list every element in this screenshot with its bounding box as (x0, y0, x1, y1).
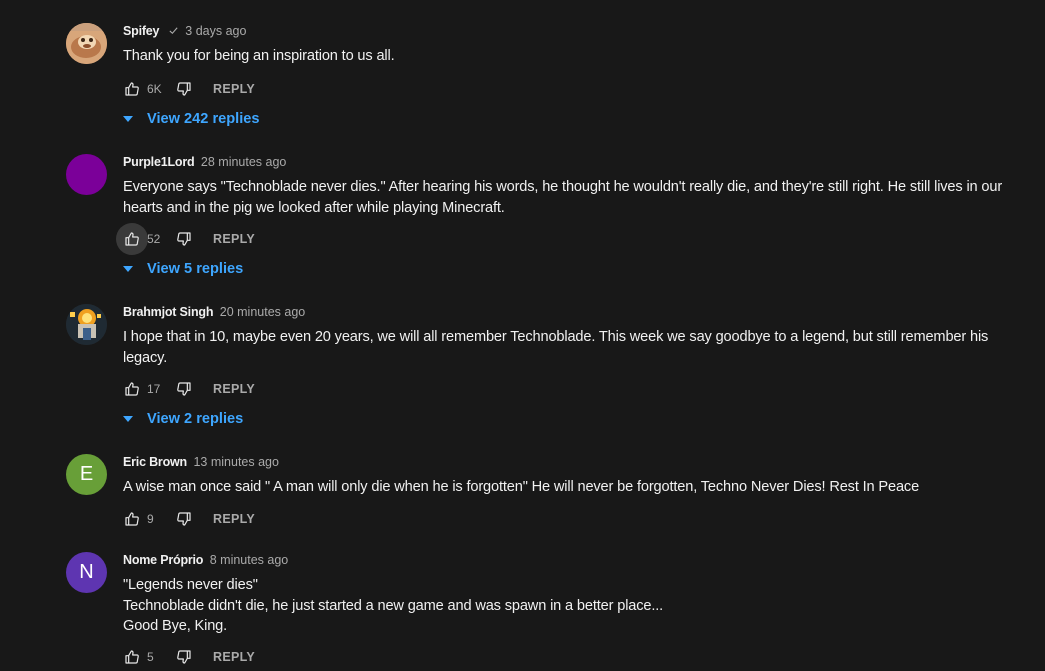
view-replies-label: View 5 replies (147, 261, 244, 277)
verified-check-icon (168, 24, 179, 41)
view-replies-button[interactable]: View 2 replies (121, 408, 243, 430)
like-count: 6K (147, 82, 162, 96)
comment-text: Thank you for being an inspiration to us… (123, 48, 395, 64)
comment-body: Brahmjot Singh 20 minutes ago I hope tha… (123, 304, 1023, 368)
comment-time[interactable]: 20 minutes ago (220, 305, 305, 319)
author-name[interactable]: Eric Brown (123, 455, 187, 469)
comment-time[interactable]: 3 days ago (185, 24, 246, 38)
reply-button[interactable]: REPLY (213, 82, 255, 96)
comment-actions: 6K REPLY (123, 77, 255, 101)
author-name[interactable]: Spifey (123, 24, 160, 38)
thumbs-up-icon (125, 650, 139, 664)
thumbs-down-icon (177, 382, 191, 396)
reply-button[interactable]: REPLY (213, 650, 255, 664)
thumbs-up-icon (125, 382, 139, 396)
comment-actions: 17 REPLY (123, 377, 255, 401)
comment-header: Purple1Lord 28 minutes ago (123, 154, 1023, 171)
avatar-image-icon (66, 304, 107, 345)
comment-body: Spifey 3 days ago Thank you for being an… (123, 23, 1023, 67)
avatar[interactable]: E (66, 454, 107, 495)
thumbs-up-icon (125, 512, 139, 526)
comment-body: Eric Brown 13 minutes ago A wise man onc… (123, 454, 1023, 498)
like-count: 5 (147, 650, 154, 664)
avatar-letter: N (79, 561, 94, 583)
like-count: 52 (147, 232, 161, 246)
like-button[interactable] (116, 223, 148, 255)
comment-body: Nome Próprio 8 minutes ago "Legends neve… (123, 552, 1023, 637)
comment-time[interactable]: 28 minutes ago (201, 155, 286, 169)
comment-text: "Legends never dies" Technoblade didn't … (123, 577, 664, 634)
like-count: 17 (147, 382, 161, 396)
view-replies-button[interactable]: View 5 replies (121, 258, 243, 280)
dislike-button[interactable] (175, 230, 193, 248)
comment-header: Spifey 3 days ago (123, 23, 1023, 40)
avatar-image-icon (66, 23, 107, 64)
like-button[interactable] (123, 80, 141, 98)
thumbs-up-icon (125, 82, 139, 96)
author-name[interactable]: Brahmjot Singh (123, 305, 213, 319)
comment-text: A wise man once said " A man will only d… (123, 479, 920, 495)
like-button[interactable] (123, 510, 141, 528)
like-button[interactable] (123, 380, 141, 398)
avatar[interactable] (66, 23, 107, 64)
avatar[interactable] (66, 304, 107, 345)
thumbs-down-icon (177, 232, 191, 246)
thumbs-down-icon (177, 512, 191, 526)
comment-text: I hope that in 10, maybe even 20 years, … (123, 329, 989, 366)
chevron-down-icon (123, 266, 133, 272)
like-button[interactable] (123, 648, 141, 666)
comment-text: Everyone says "Technoblade never dies." … (123, 179, 1003, 216)
view-replies-button[interactable]: View 242 replies (121, 108, 260, 130)
comment-header: Eric Brown 13 minutes ago (123, 454, 1023, 471)
dislike-button[interactable] (175, 510, 193, 528)
dislike-button[interactable] (175, 648, 193, 666)
avatar[interactable] (66, 154, 107, 195)
comment-actions: 9 REPLY (123, 507, 255, 531)
thumbs-down-icon (177, 82, 191, 96)
avatar[interactable]: N (66, 552, 107, 593)
comment-header: Brahmjot Singh 20 minutes ago (123, 304, 1023, 321)
dislike-button[interactable] (175, 380, 193, 398)
comment-body: Purple1Lord 28 minutes ago Everyone says… (123, 154, 1023, 218)
author-name[interactable]: Nome Próprio (123, 553, 203, 567)
reply-button[interactable]: REPLY (213, 382, 255, 396)
avatar-letter: E (79, 463, 94, 485)
comment-time[interactable]: 8 minutes ago (210, 553, 289, 567)
comment-actions: 5 REPLY (123, 645, 255, 669)
thumbs-up-icon (125, 232, 139, 246)
chevron-down-icon (123, 116, 133, 122)
chevron-down-icon (123, 416, 133, 422)
dislike-button[interactable] (175, 80, 193, 98)
reply-button[interactable]: REPLY (213, 232, 255, 246)
view-replies-label: View 2 replies (147, 411, 244, 427)
comment-time[interactable]: 13 minutes ago (193, 455, 278, 469)
comment-header: Nome Próprio 8 minutes ago (123, 552, 1023, 569)
reply-button[interactable]: REPLY (213, 512, 255, 526)
view-replies-label: View 242 replies (147, 111, 260, 127)
like-count: 9 (147, 512, 154, 526)
comment-actions: 52 REPLY (116, 223, 255, 255)
author-name[interactable]: Purple1Lord (123, 155, 195, 169)
thumbs-down-icon (177, 650, 191, 664)
